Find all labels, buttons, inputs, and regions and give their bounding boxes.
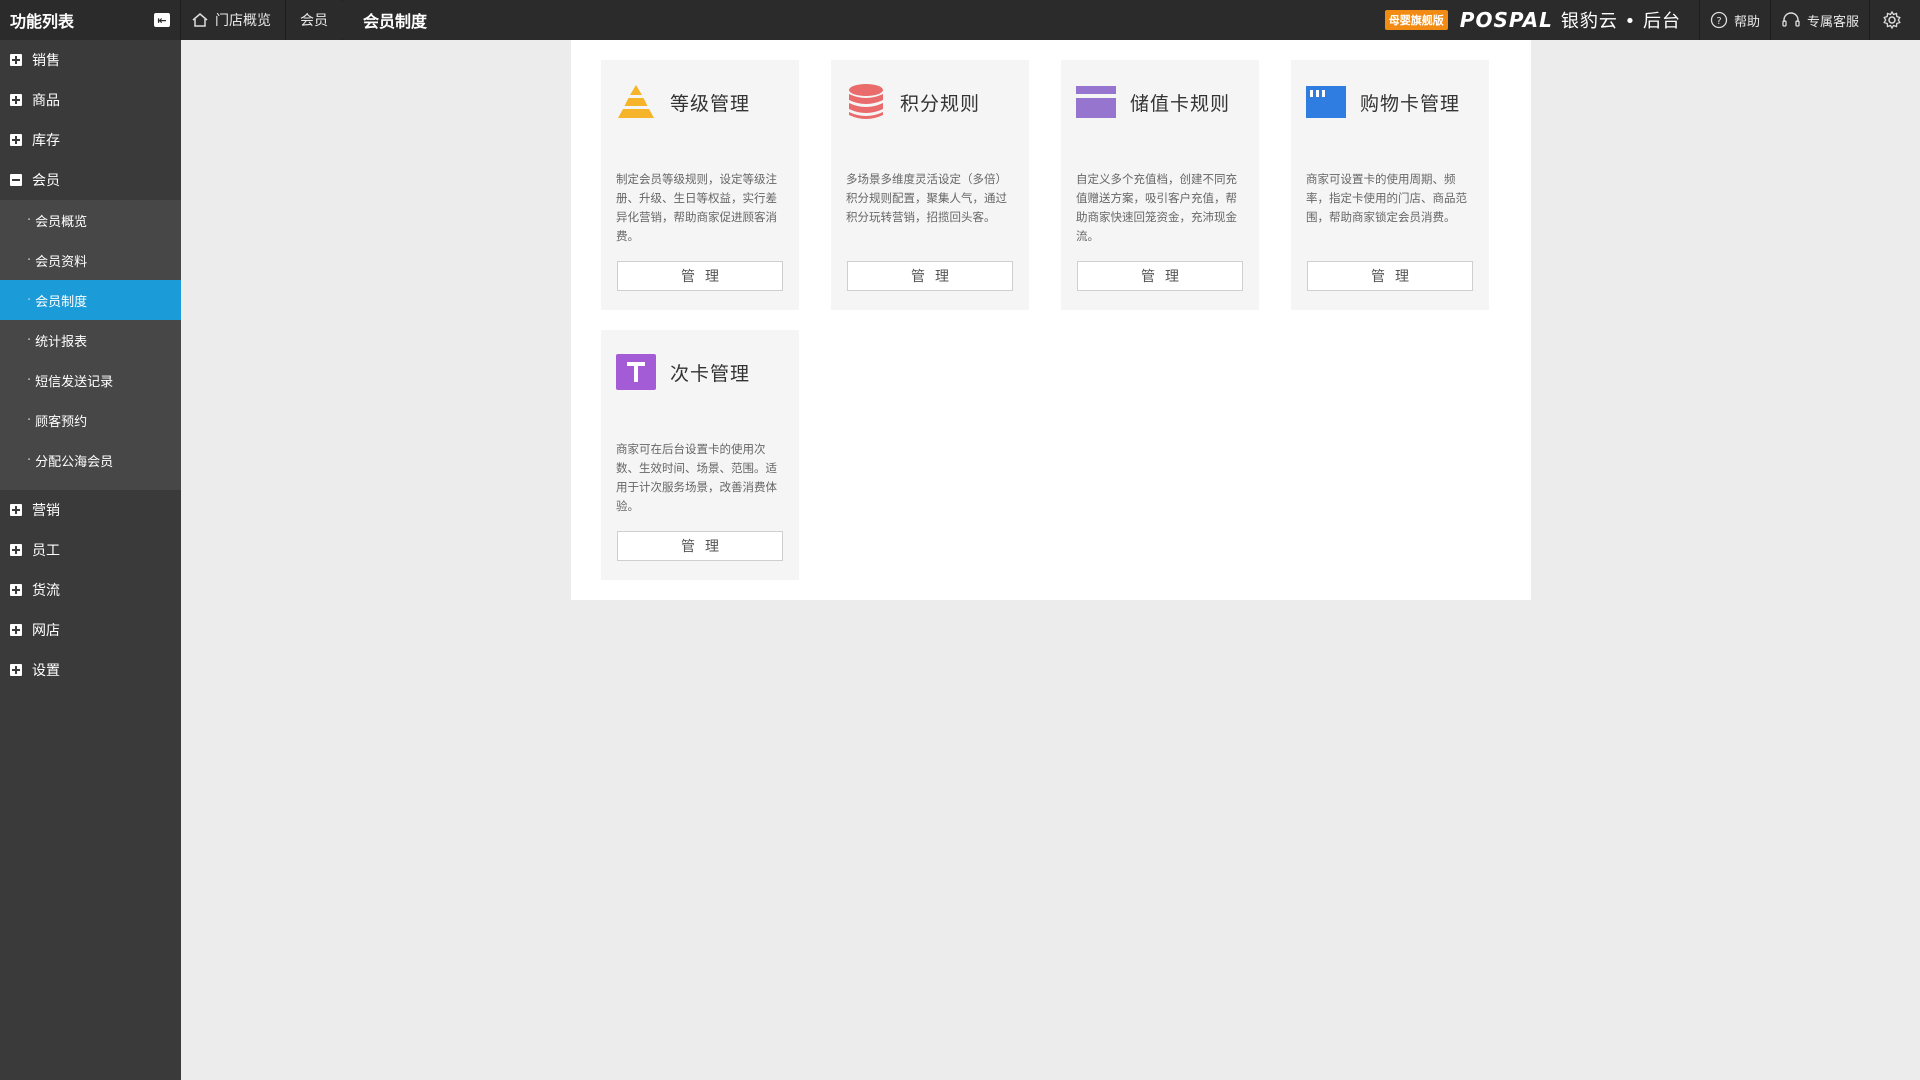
- sidebar-group-inventory[interactable]: 库存: [0, 120, 181, 160]
- sidebar-group-settings[interactable]: 设置: [0, 650, 181, 690]
- sidebar-group-marketing[interactable]: 营销: [0, 490, 181, 530]
- manage-button[interactable]: 管理: [847, 261, 1013, 291]
- sidebar-group-logistics[interactable]: 货流: [0, 570, 181, 610]
- member-system-panel: 等级管理 制定会员等级规则，设定等级注册、升级、生日等权益，实行差异化营销，帮助…: [571, 40, 1531, 600]
- card-points-rules: 积分规则 多场景多维度灵活设定（多倍）积分规则配置，聚集人气，通过积分玩转营销，…: [831, 60, 1029, 310]
- card-icon: [1076, 82, 1116, 122]
- card-title: 购物卡管理: [1360, 92, 1461, 115]
- shopping-card-icon: [1306, 82, 1346, 122]
- coin-stack-icon: [846, 82, 886, 122]
- gear-icon: [1883, 10, 1901, 30]
- manage-button[interactable]: 管理: [617, 261, 783, 291]
- sidebar-group-label: 货流: [32, 583, 60, 599]
- card-description: 商家可设置卡的使用周期、频率，指定卡使用的门店、商品范围，帮助商家锁定会员消费。: [1306, 172, 1467, 224]
- breadcrumb-parent[interactable]: 会员: [286, 0, 350, 40]
- help-button[interactable]: ? 帮助: [1698, 0, 1770, 40]
- backend-logo-text: 银豹云 • 后台: [1560, 11, 1681, 32]
- plus-icon: [10, 664, 22, 676]
- sidebar-group-label: 商品: [32, 93, 60, 109]
- sidebar-group-label: 网店: [32, 623, 60, 639]
- plus-icon: [10, 624, 22, 636]
- function-list-header: 功能列表 ⇤: [0, 0, 181, 40]
- card-title: 等级管理: [670, 92, 751, 115]
- sidebar-group-label: 销售: [32, 53, 60, 69]
- sidebar-group-label: 会员: [32, 173, 60, 189]
- sidebar-item-statistics[interactable]: · 统计报表: [0, 320, 181, 360]
- sidebar-group-members[interactable]: 会员: [0, 160, 181, 200]
- plus-icon: [10, 94, 22, 106]
- sidebar-group-online-store[interactable]: 网店: [0, 610, 181, 650]
- sidebar-item-member-profiles[interactable]: · 会员资料: [0, 240, 181, 280]
- headset-icon: [1782, 12, 1800, 27]
- card-description: 商家可在后台设置卡的使用次数、生效时间、场景、范围。适用于计次服务场景，改善消费…: [616, 442, 777, 513]
- pospal-logo: POSPAL: [1459, 8, 1553, 32]
- breadcrumb-home-label: 门店概览: [215, 13, 271, 29]
- sidebar-group-staff[interactable]: 员工: [0, 530, 181, 570]
- card-stored-value-rules: 储值卡规则 自定义多个充值档，创建不同充值赠送方案，吸引客户充值，帮助商家快速回…: [1061, 60, 1259, 310]
- plus-icon: [10, 584, 22, 596]
- card-description: 多场景多维度灵活设定（多倍）积分规则配置，聚集人气，通过积分玩转营销，招揽回头客…: [846, 172, 1007, 224]
- plus-icon: [10, 504, 22, 516]
- service-label: 专属客服: [1806, 14, 1859, 30]
- plus-icon: [10, 134, 22, 146]
- sidebar: 销售 商品 库存 会员 · 会员概览 · 会员资料 · 会员制度 · 统计报表 · 短信发…: [0, 40, 181, 1080]
- breadcrumb-current: 会员制度: [363, 12, 428, 31]
- breadcrumb-home[interactable]: 门店概览: [181, 0, 286, 40]
- sidebar-group-products[interactable]: 商品: [0, 80, 181, 120]
- sidebar-group-sales[interactable]: 销售: [0, 40, 181, 80]
- manage-button[interactable]: 管理: [1077, 261, 1243, 291]
- pyramid-icon: [616, 82, 656, 122]
- sidebar-item-member-overview[interactable]: · 会员概览: [0, 200, 181, 240]
- customer-service-button[interactable]: 专属客服: [1769, 0, 1869, 40]
- manage-button[interactable]: 管理: [617, 531, 783, 561]
- members-submenu: · 会员概览 · 会员资料 · 会员制度 · 统计报表 · 短信发送记录 · 顾客预约 · 分…: [0, 200, 181, 490]
- sidebar-group-label: 库存: [32, 133, 60, 149]
- card-title: 积分规则: [900, 92, 981, 115]
- sidebar-group-label: 设置: [32, 663, 60, 679]
- card-shopping-card-management: 购物卡管理 商家可设置卡的使用周期、频率，指定卡使用的门店、商品范围，帮助商家锁…: [1291, 60, 1489, 310]
- help-icon: ?: [1710, 11, 1728, 29]
- card-level-management: 等级管理 制定会员等级规则，设定等级注册、升级、生日等权益，实行差异化营销，帮助…: [601, 60, 799, 310]
- help-label: 帮助: [1733, 14, 1760, 30]
- sidebar-item-member-system[interactable]: · 会员制度: [0, 280, 181, 320]
- minus-icon: [10, 174, 22, 186]
- sidebar-group-label: 营销: [32, 503, 60, 519]
- edition-badge: 母婴旗舰版: [1384, 10, 1448, 30]
- plus-icon: [10, 54, 22, 66]
- settings-button[interactable]: [1869, 0, 1920, 40]
- sidebar-item-sms-log[interactable]: · 短信发送记录: [0, 360, 181, 400]
- main-content: 等级管理 制定会员等级规则，设定等级注册、升级、生日等权益，实行差异化营销，帮助…: [181, 40, 1920, 1080]
- card-description: 自定义多个充值档，创建不同充值赠送方案，吸引客户充值，帮助商家快速回笼资金，充沛…: [1076, 172, 1237, 243]
- arrow-left-icon[interactable]: ⇤: [154, 13, 170, 27]
- t-card-icon: [616, 352, 656, 392]
- sidebar-item-appointments[interactable]: · 顾客预约: [0, 400, 181, 440]
- sidebar-item-assign-pool[interactable]: · 分配公海会员: [0, 440, 181, 480]
- plus-icon: [10, 544, 22, 556]
- svg-text:?: ?: [1716, 16, 1721, 27]
- card-title: 储值卡规则: [1130, 92, 1231, 115]
- card-count-card-management: 次卡管理 商家可在后台设置卡的使用次数、生效时间、场景、范围。适用于计次服务场景…: [601, 330, 799, 580]
- sidebar-group-label: 员工: [32, 543, 60, 559]
- card-description: 制定会员等级规则，设定等级注册、升级、生日等权益，实行差异化营销，帮助商家促进顾…: [616, 172, 777, 243]
- manage-button[interactable]: 管理: [1307, 261, 1473, 291]
- function-list-title: 功能列表: [10, 12, 75, 31]
- top-bar: 功能列表 ⇤ 门店概览 会员 会员制度 母婴旗舰版 POSPAL 银豹云 • 后…: [0, 0, 1920, 40]
- home-icon: [192, 13, 208, 27]
- card-title: 次卡管理: [670, 362, 751, 385]
